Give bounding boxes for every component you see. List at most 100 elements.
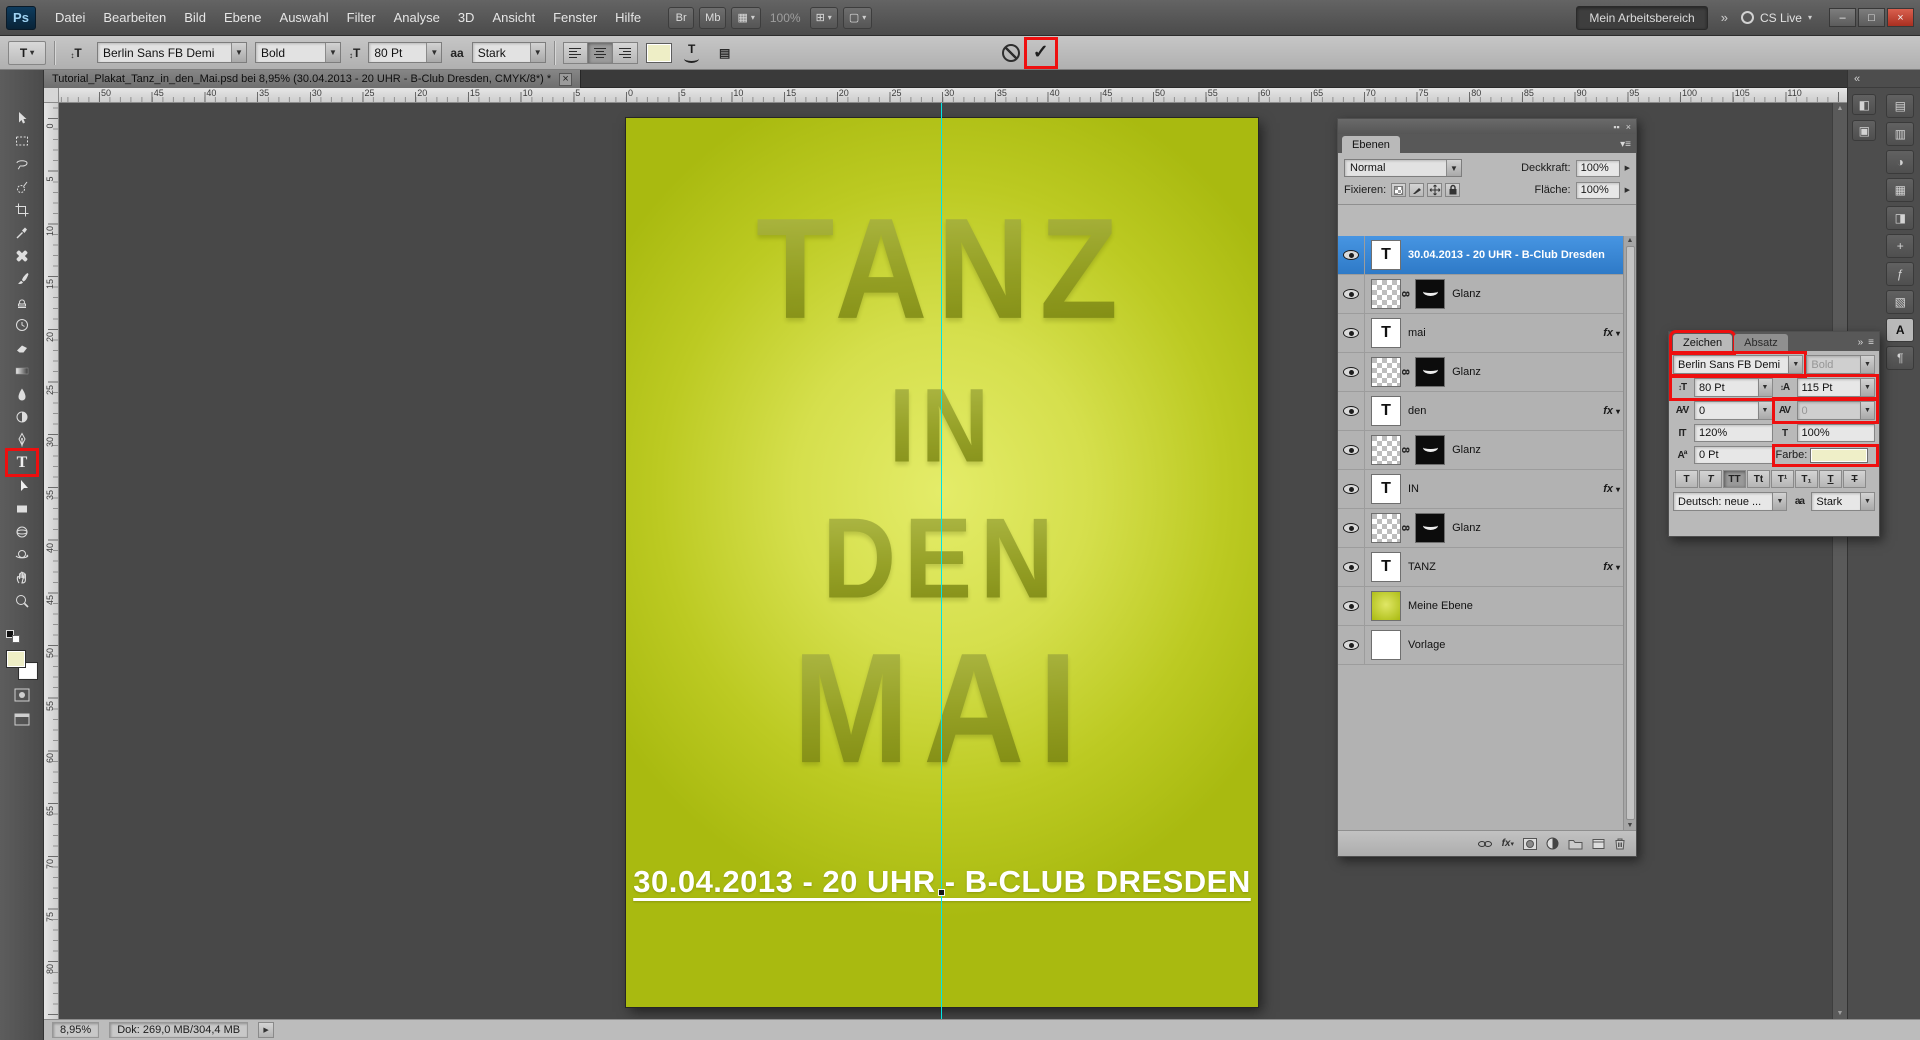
lock-position-icon[interactable] [1427, 183, 1442, 197]
restore-button[interactable]: □ [1858, 8, 1885, 27]
char-style-button-2[interactable]: TT [1723, 470, 1746, 488]
new-group-icon[interactable] [1568, 838, 1583, 850]
lock-pixels-icon[interactable] [1409, 183, 1424, 197]
language-dropdown[interactable]: Deutsch: neue ... ▼ [1673, 492, 1787, 511]
layer-visibility-toggle[interactable] [1338, 626, 1365, 664]
char-tracking-dropdown[interactable]: 0 ▼ [1797, 401, 1876, 420]
layer-thumbnail[interactable]: T [1371, 396, 1401, 426]
fill-popup-icon[interactable]: ▶ [1625, 186, 1630, 194]
clone-stamp-tool[interactable] [0, 290, 44, 313]
font-style-dropdown[interactable]: Bold ▼ [255, 42, 341, 63]
collapse-panel-icon[interactable]: » [1858, 337, 1864, 348]
char-style-button-0[interactable]: T [1675, 470, 1698, 488]
align-left-button[interactable] [563, 42, 588, 64]
default-colors-icon[interactable] [6, 630, 22, 644]
status-popup-icon[interactable]: ▶ [258, 1022, 274, 1038]
launch-bridge-button[interactable]: Br [668, 7, 694, 29]
shape-tool[interactable] [0, 497, 44, 520]
char-horizontal-scale-field[interactable]: 100% [1797, 424, 1876, 442]
layer-visibility-toggle[interactable] [1338, 509, 1365, 547]
menu-item-ansicht[interactable]: Ansicht [483, 7, 544, 28]
dock-panel-icon-6[interactable]: ƒ [1886, 262, 1914, 286]
menu-item-bearbeiten[interactable]: Bearbeiten [94, 7, 175, 28]
layer-thumbnail[interactable] [1415, 357, 1445, 387]
lasso-tool[interactable] [0, 152, 44, 175]
layer-thumbnail[interactable] [1415, 279, 1445, 309]
3d-camera-rotate-tool[interactable] [0, 543, 44, 566]
dodge-tool[interactable] [0, 405, 44, 428]
brush-tool[interactable] [0, 267, 44, 290]
menu-item-bild[interactable]: Bild [175, 7, 215, 28]
opacity-field[interactable]: 100% [1576, 160, 1620, 177]
char-style-button-3[interactable]: Tt [1747, 470, 1770, 488]
layer-visibility-toggle[interactable] [1338, 392, 1365, 430]
dock-panel-icon-1[interactable]: ▥ [1886, 122, 1914, 146]
dock-header[interactable]: « [1848, 70, 1920, 88]
poster[interactable]: 30.04.2013 - 20 UHR - B-CLUB DRESDEN TAN… [626, 118, 1258, 1007]
layer-row-6[interactable]: TINfx▾ [1338, 470, 1636, 509]
scroll-down-icon[interactable]: ▼ [1627, 822, 1634, 829]
dock-panel-icon-4[interactable]: ◨ [1886, 206, 1914, 230]
layer-thumbnail[interactable]: T [1371, 474, 1401, 504]
char-style-button-1[interactable]: T [1699, 470, 1722, 488]
layer-thumbnail[interactable]: T [1371, 240, 1401, 270]
screen-mode-icon[interactable] [11, 710, 33, 728]
warp-text-icon[interactable]: T [680, 42, 704, 64]
layers-scrollbar[interactable]: ▲ ▼ [1623, 236, 1636, 830]
adjustment-layer-icon[interactable] [1546, 837, 1559, 850]
menu-item-filter[interactable]: Filter [338, 7, 385, 28]
layer-row-8[interactable]: TTANZfx▾ [1338, 548, 1636, 587]
new-layer-icon[interactable] [1592, 838, 1605, 850]
opacity-popup-icon[interactable]: ▶ [1625, 164, 1630, 172]
eraser-tool[interactable] [0, 336, 44, 359]
layer-row-1[interactable]: 8Glanz [1338, 275, 1636, 314]
dock-panel-icon-7[interactable]: ▧ [1886, 290, 1914, 314]
layer-fx-badge[interactable]: fx▾ [1603, 561, 1620, 573]
tab-ebenen[interactable]: Ebenen [1342, 136, 1400, 153]
layer-thumbnail[interactable] [1371, 591, 1401, 621]
vertical-ruler[interactable]: 05101520253035404550556065707580 [44, 103, 59, 1019]
anti-alias-dropdown[interactable]: Stark ▼ [472, 42, 546, 63]
layer-row-2[interactable]: Tmaifx▾ [1338, 314, 1636, 353]
hand-tool[interactable] [0, 566, 44, 589]
char-kerning-dropdown[interactable]: 0 ▼ [1694, 401, 1773, 420]
char-font-style-dropdown[interactable]: Bold ▼ [1806, 355, 1875, 374]
close-panel-icon[interactable]: × [1626, 122, 1631, 132]
dock-small-icon-1[interactable]: ▣ [1852, 120, 1876, 141]
char-font-size-dropdown[interactable]: 80 Pt ▼ [1694, 378, 1773, 397]
layer-row-7[interactable]: 8Glanz [1338, 509, 1636, 548]
scroll-up-icon[interactable]: ▲ [1627, 237, 1634, 244]
foreground-color-swatch[interactable] [6, 650, 26, 668]
crop-tool[interactable] [0, 198, 44, 221]
layer-row-9[interactable]: Meine Ebene [1338, 587, 1636, 626]
layer-thumbnail[interactable] [1371, 630, 1401, 660]
layer-row-10[interactable]: Vorlage [1338, 626, 1636, 665]
workspace-overflow-chevrons[interactable]: » [1721, 10, 1728, 25]
text-orientation-icon[interactable]: ↕T [63, 41, 89, 65]
quick-mask-icon[interactable] [11, 686, 33, 704]
blend-mode-dropdown[interactable]: Normal ▼ [1344, 159, 1462, 177]
lock-transparency-icon[interactable] [1391, 183, 1406, 197]
collapse-panel-icon[interactable]: ▪▪ [1613, 122, 1619, 132]
cancel-edits-button[interactable] [1002, 44, 1020, 62]
layer-thumbnail[interactable] [1371, 513, 1401, 543]
dock-panel-icon-9[interactable]: ¶ [1886, 346, 1914, 370]
view-extras-button[interactable]: ▦▾ [731, 7, 760, 29]
layer-thumbnail[interactable]: T [1371, 552, 1401, 582]
minimize-button[interactable]: – [1829, 8, 1856, 27]
link-layers-icon[interactable] [1477, 838, 1493, 850]
menu-item-auswahl[interactable]: Auswahl [271, 7, 338, 28]
eyedropper-tool[interactable] [0, 221, 44, 244]
dock-panel-icon-2[interactable]: ◑ [1886, 150, 1914, 174]
layer-row-3[interactable]: 8Glanz [1338, 353, 1636, 392]
layer-visibility-toggle[interactable] [1338, 275, 1365, 313]
scroll-up-icon[interactable]: ▲ [1837, 105, 1844, 112]
layer-fx-badge[interactable]: fx▾ [1603, 405, 1620, 417]
close-button[interactable]: × [1887, 8, 1914, 27]
layer-visibility-toggle[interactable] [1338, 353, 1365, 391]
tab-close-icon[interactable]: × [559, 73, 572, 86]
dock-small-icon-0[interactable]: ◧ [1852, 94, 1876, 115]
char-style-button-6[interactable]: T [1819, 470, 1842, 488]
tab-zeichen[interactable]: Zeichen [1673, 334, 1732, 351]
layer-thumbnail[interactable] [1371, 435, 1401, 465]
